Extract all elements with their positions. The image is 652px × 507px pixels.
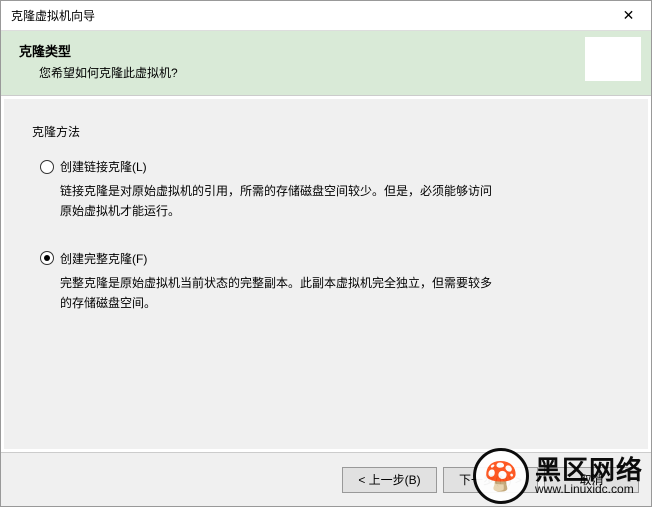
content-inner: 克隆方法 创建链接克隆(L) 链接克隆是对原始虚拟机的引用，所需的存储磁盘空间较… <box>32 123 620 425</box>
option-label-linked[interactable]: 创建链接克隆(L) <box>60 158 147 175</box>
header-banner: 克隆类型 您希望如何克隆此虚拟机? <box>1 31 651 96</box>
header-subtitle: 您希望如何克隆此虚拟机? <box>39 64 633 81</box>
content-area: 克隆方法 创建链接克隆(L) 链接克隆是对原始虚拟机的引用，所需的存储磁盘空间较… <box>3 98 649 450</box>
close-icon: ✕ <box>623 7 635 24</box>
option-linked-clone: 创建链接克隆(L) 链接克隆是对原始虚拟机的引用，所需的存储磁盘空间较少。但是，… <box>40 158 620 222</box>
option-desc-linked: 链接克隆是对原始虚拟机的引用，所需的存储磁盘空间较少。但是，必须能够访问原始虚拟… <box>60 181 500 222</box>
radio-row-linked[interactable]: 创建链接克隆(L) <box>40 158 620 175</box>
window-title: 克隆虚拟机向导 <box>11 7 95 24</box>
cancel-button[interactable]: 取消 <box>544 467 639 493</box>
clone-method-group: 创建链接克隆(L) 链接克隆是对原始虚拟机的引用，所需的存储磁盘空间较少。但是，… <box>40 158 620 314</box>
wizard-window: 克隆虚拟机向导 ✕ 克隆类型 您希望如何克隆此虚拟机? 克隆方法 创建链接克隆(… <box>0 0 652 507</box>
section-label: 克隆方法 <box>32 123 620 140</box>
back-button[interactable]: < 上一步(B) <box>342 467 437 493</box>
option-full-clone: 创建完整克隆(F) 完整克隆是原始虚拟机当前状态的完整副本。此副本虚拟机完全独立… <box>40 250 620 314</box>
radio-full[interactable] <box>40 251 54 265</box>
header-title: 克隆类型 <box>19 41 633 60</box>
titlebar: 克隆虚拟机向导 ✕ <box>1 1 651 31</box>
option-desc-full: 完整克隆是原始虚拟机当前状态的完整副本。此副本虚拟机完全独立，但需要较多的存储磁… <box>60 273 500 314</box>
option-label-full[interactable]: 创建完整克隆(F) <box>60 250 147 267</box>
button-bar: < 上一步(B) 下一步(N) > 取消 🍄 黑区网络 www.Linuxidc… <box>1 452 651 506</box>
header-icon <box>585 37 641 81</box>
close-button[interactable]: ✕ <box>606 1 651 31</box>
radio-row-full[interactable]: 创建完整克隆(F) <box>40 250 620 267</box>
radio-linked[interactable] <box>40 160 54 174</box>
next-button[interactable]: 下一步(N) > <box>443 467 538 493</box>
